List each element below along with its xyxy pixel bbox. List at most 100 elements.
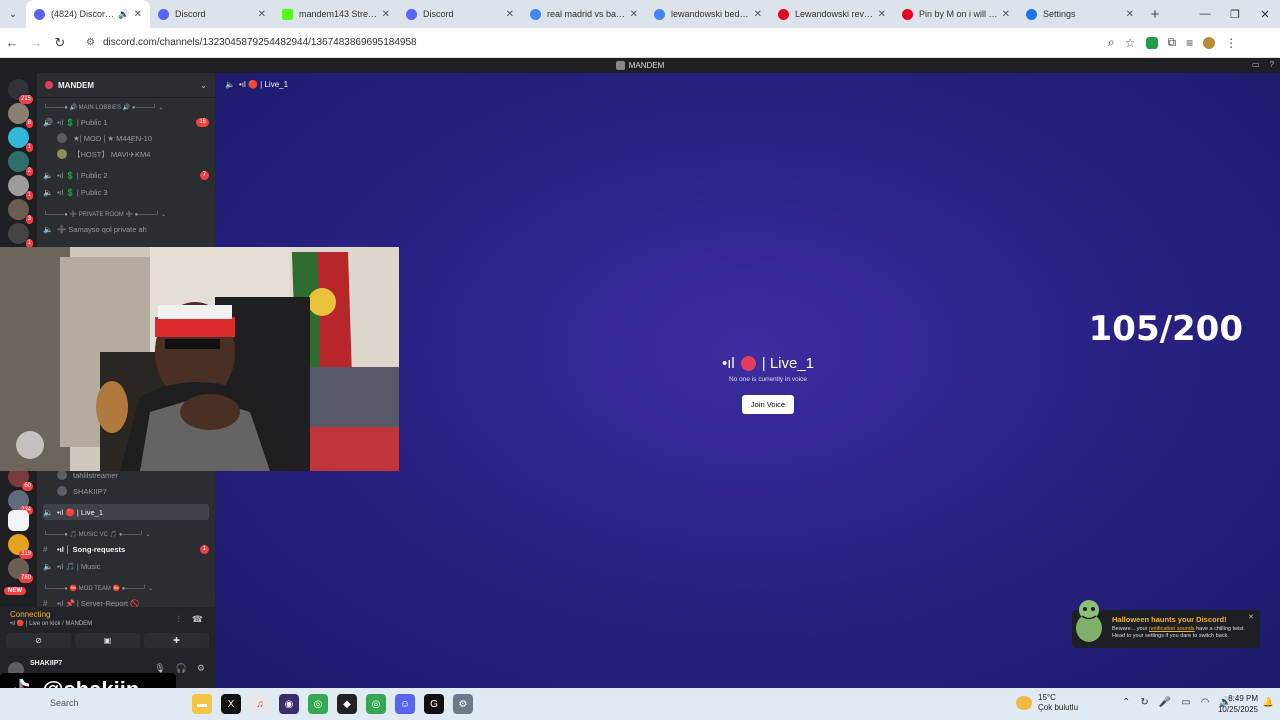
- discord-icon[interactable]: ☺: [395, 694, 415, 714]
- opera-gx-icon[interactable]: ◉: [279, 694, 299, 714]
- tab-google-search-2[interactable]: lewandowski bed - G ✕: [646, 0, 770, 28]
- category-music-vc[interactable]: └────● 🎵 MUSIC VC 🎵 ●────┘ ⌄: [43, 526, 209, 542]
- notification-sounds-link[interactable]: notification sounds: [1149, 626, 1195, 632]
- chevron-down-icon[interactable]: ⌄: [200, 81, 207, 90]
- category-mod-team[interactable]: └────● ⛔ MOD TEAM ⛔ ●────┘ ⌄: [43, 580, 209, 596]
- disconnect-icon[interactable]: ☎: [192, 614, 203, 625]
- app-icon[interactable]: G: [424, 694, 444, 714]
- back-icon[interactable]: ←: [0, 35, 24, 50]
- notification-bell-icon[interactable]: 🔔: [1263, 697, 1274, 708]
- tab-google-search-1[interactable]: real madrid vs barcel ✕: [522, 0, 646, 28]
- activities-icon[interactable]: ✚: [144, 633, 209, 648]
- url-field[interactable]: ⚙ discord.com/channels/13230458792544829…: [78, 32, 1094, 54]
- voice-member[interactable]: 【HOST】 MAVI✈KM4: [57, 146, 209, 162]
- inbox-icon[interactable]: ▭: [1252, 60, 1260, 69]
- app-icon[interactable]: ◆: [337, 694, 357, 714]
- close-icon[interactable]: ✕: [1248, 613, 1254, 621]
- camera-off-icon[interactable]: ⊘: [6, 633, 71, 648]
- new-tab-icon[interactable]: +: [1142, 0, 1168, 28]
- close-tab-icon[interactable]: ✕: [1126, 9, 1134, 20]
- tab-kick[interactable]: mandem143 Stream ✕: [274, 0, 398, 28]
- extensions-puzzle-icon[interactable]: ⧉: [1168, 35, 1177, 50]
- server-avatar[interactable]: 1: [8, 175, 33, 200]
- noise-suppression-icon[interactable]: ⫶: [178, 614, 180, 625]
- site-info-icon[interactable]: ⚙: [86, 37, 95, 48]
- server-avatar[interactable]: 780: [8, 558, 33, 583]
- server-name-header[interactable]: MANDEM ⌄: [37, 73, 215, 98]
- close-tab-icon[interactable]: ✕: [630, 9, 638, 20]
- close-tab-icon[interactable]: ✕: [754, 9, 762, 20]
- tab-discord-active[interactable]: (4824) Discord | · 🔊 ✕: [26, 0, 150, 28]
- category-main-lobbies[interactable]: └────● 🔊 MAIN LOBBIES 🔊 ●────┘ ⌄: [43, 99, 209, 115]
- server-avatar[interactable]: 234: [8, 490, 33, 515]
- zoom-icon[interactable]: ⌕: [1108, 35, 1115, 50]
- voice-channel-public-3[interactable]: 🔈 •ıl 💲 | Public 3: [43, 184, 209, 200]
- taskbar-search[interactable]: Search: [50, 698, 79, 708]
- join-voice-button[interactable]: Join Voice: [741, 395, 795, 414]
- chrome-icon[interactable]: ◎: [308, 694, 328, 714]
- microphone-icon[interactable]: 🎤: [1159, 697, 1171, 708]
- media-control-icon[interactable]: ≡: [1186, 36, 1193, 50]
- new-unreads-badge[interactable]: NEW: [4, 587, 26, 595]
- tab-pinterest-2[interactable]: Pin by M on i will wa ✕: [894, 0, 1018, 28]
- weather-widget[interactable]: 15°C Çok bulutlu: [1016, 693, 1078, 713]
- reload-icon[interactable]: ↻: [48, 35, 72, 51]
- voice-member[interactable]: ★| MOD | ★ M44̲EN-10: [57, 130, 209, 146]
- close-window-icon[interactable]: ✕: [1250, 0, 1280, 28]
- server-avatar[interactable]: 8: [8, 103, 33, 128]
- settings-gear-icon[interactable]: ⚙: [197, 663, 205, 674]
- voice-channel-music[interactable]: 🔈 •ıl 🎵 | Music: [43, 558, 209, 574]
- server-avatar[interactable]: 319: [8, 534, 33, 559]
- headphones-icon[interactable]: 🎧: [176, 663, 187, 674]
- chrome-profile-icon[interactable]: ◎: [366, 694, 386, 714]
- wifi-icon[interactable]: ◠: [1201, 697, 1210, 708]
- tab-pinterest-1[interactable]: Lewandowski revels ✕: [770, 0, 894, 28]
- help-icon[interactable]: ?: [1270, 60, 1274, 69]
- music-app-icon[interactable]: ♫: [250, 694, 270, 714]
- close-tab-icon[interactable]: ✕: [1002, 9, 1010, 20]
- text-channel-song-requests[interactable]: # •ıl │ Song-requests 1: [43, 541, 209, 557]
- server-avatar[interactable]: 2: [8, 151, 33, 176]
- voice-member[interactable]: SHAKIIP7: [57, 483, 209, 499]
- sync-icon[interactable]: ↻: [1140, 697, 1148, 708]
- user-name[interactable]: SHAKIIP7: [30, 660, 62, 667]
- shield-extension-icon[interactable]: [1145, 36, 1158, 49]
- close-tab-icon[interactable]: ✕: [134, 9, 142, 20]
- close-tab-icon[interactable]: ✕: [258, 9, 266, 20]
- voice-channel-live-1-selected[interactable]: 🔈 •ıl 🔴 | Live_1: [43, 504, 209, 520]
- bookmark-star-icon[interactable]: ☆: [1125, 36, 1136, 50]
- home-dm-button[interactable]: 215: [8, 79, 33, 104]
- voice-status[interactable]: Connecting: [10, 610, 50, 619]
- taskbar-clock[interactable]: 8:49 PM 10/25/2025: [1218, 693, 1258, 715]
- close-tab-icon[interactable]: ✕: [878, 9, 886, 20]
- browser-menu-icon[interactable]: ⋮: [1225, 36, 1237, 50]
- display-icon[interactable]: ▭: [1181, 697, 1190, 708]
- settings-gear-icon[interactable]: ⚙: [453, 694, 473, 714]
- voice-channel-path[interactable]: •ıl 🔴 | Live on kick / MANDEM: [10, 620, 92, 627]
- tab-discord-2[interactable]: Discord ✕: [150, 0, 274, 28]
- voice-channel-public-1[interactable]: 🔊 •ıl 💲 | Public 1 16: [43, 114, 209, 130]
- tab-settings[interactable]: Settings ✕: [1018, 0, 1142, 28]
- profile-avatar[interactable]: [1203, 36, 1216, 49]
- server-avatar-mandem-selected[interactable]: [8, 510, 29, 531]
- minimize-icon[interactable]: —: [1190, 0, 1220, 28]
- server-avatar[interactable]: 1: [8, 223, 33, 248]
- clock-time: 8:49 PM: [1228, 694, 1258, 703]
- server-avatar[interactable]: 3: [8, 199, 33, 224]
- screen-share-icon[interactable]: ▣: [75, 633, 140, 648]
- chevron-up-icon[interactable]: ⌃: [1122, 697, 1130, 708]
- voice-channel-public-2[interactable]: 🔈 •ıl 💲 | Public 2 7: [43, 167, 209, 183]
- tab-discord-3[interactable]: Discord ✕: [398, 0, 522, 28]
- server-avatar[interactable]: 1: [8, 127, 33, 152]
- speaker-icon[interactable]: 🔊: [118, 9, 129, 20]
- x-app-icon[interactable]: X: [221, 694, 241, 714]
- close-tab-icon[interactable]: ✕: [382, 9, 390, 20]
- tab-search-chevron-icon[interactable]: ⌄: [0, 0, 26, 28]
- restore-icon[interactable]: ❐: [1220, 0, 1250, 28]
- category-private-room[interactable]: └────● ➕ PRIVATE ROOM ➕ ●────┘ ⌄: [43, 206, 209, 222]
- file-explorer-icon[interactable]: ▬: [192, 694, 212, 714]
- halloween-toast[interactable]: Halloween haunts your Discord! Beware...…: [1072, 600, 1260, 648]
- voice-channel-private[interactable]: 🔈 ➕ Samayso qol private ah: [43, 221, 209, 237]
- close-tab-icon[interactable]: ✕: [506, 9, 514, 20]
- forward-icon[interactable]: →: [24, 35, 48, 50]
